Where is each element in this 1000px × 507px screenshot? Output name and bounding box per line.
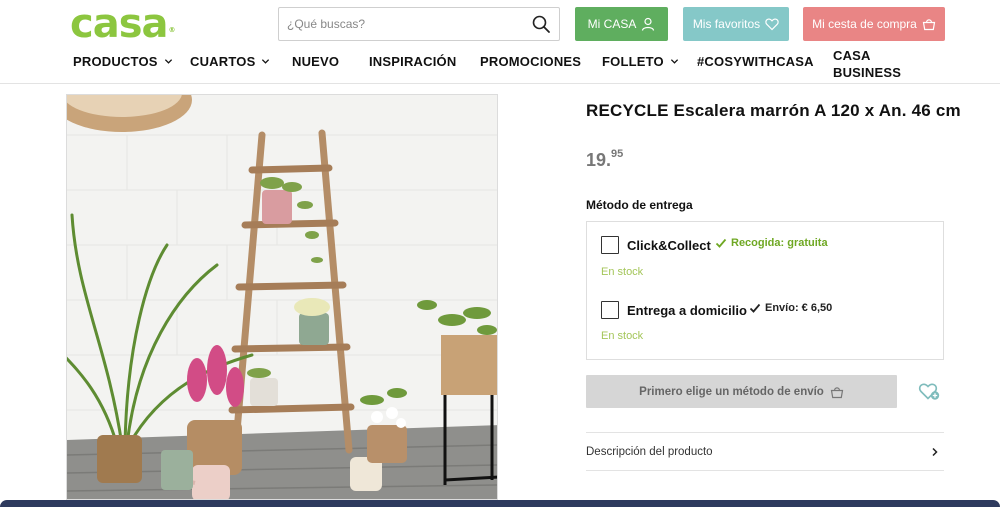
heart-icon bbox=[765, 18, 779, 31]
pickup-note-text: Recogida: gratuita bbox=[731, 237, 828, 249]
check-icon bbox=[715, 238, 727, 248]
click-collect-option[interactable]: Click&Collect bbox=[601, 236, 711, 254]
nav-item-promociones[interactable]: PROMOCIONES bbox=[480, 54, 581, 69]
user-icon bbox=[642, 17, 655, 31]
delivery-options: Click&Collect Recogida: gratuita En stoc… bbox=[586, 221, 944, 360]
shipping-note: Envío: € 6,50 bbox=[749, 302, 832, 314]
main-nav: PRODUCTOS CUARTOS NUEVO INSPIRACIÓN PROM… bbox=[0, 46, 1000, 84]
pickup-note: Recogida: gratuita bbox=[715, 237, 828, 249]
chevron-down-icon bbox=[262, 59, 270, 64]
nav-label: #COSYWITHCASA bbox=[697, 54, 814, 69]
add-to-cart-button[interactable]: Primero elige un método de envío bbox=[586, 375, 897, 408]
nav-label: CUARTOS bbox=[190, 54, 256, 69]
nav-item-cosywithcasa[interactable]: #COSYWITHCASA bbox=[697, 54, 814, 69]
shipping-note-text: Envío: € 6,50 bbox=[765, 302, 833, 314]
nav-item-productos[interactable]: PRODUCTOS bbox=[73, 54, 173, 69]
nav-label: INSPIRACIÓN bbox=[369, 54, 457, 69]
nav-label: FOLLETO bbox=[602, 54, 664, 69]
nav-item-nuevo[interactable]: NUEVO bbox=[292, 54, 339, 69]
cart-label: Mi cesta de compra bbox=[812, 17, 917, 31]
home-delivery-stock: En stock bbox=[601, 330, 644, 342]
nav-label-line2: BUSINESS bbox=[833, 65, 902, 80]
site-header: casa® Mi CASA Mis favoritos Mi cesta de … bbox=[0, 0, 1000, 84]
click-collect-stock: En stock bbox=[601, 266, 644, 278]
product-photo bbox=[67, 95, 497, 499]
chevron-right-icon bbox=[932, 447, 938, 456]
basket-icon bbox=[922, 19, 936, 31]
home-delivery-checkbox[interactable] bbox=[601, 301, 619, 319]
check-icon bbox=[749, 303, 761, 313]
click-collect-label: Click&Collect bbox=[627, 237, 711, 253]
search-icon[interactable] bbox=[531, 14, 551, 34]
chevron-down-icon bbox=[670, 59, 678, 64]
account-button[interactable]: Mi CASA bbox=[575, 7, 668, 41]
nav-label-line1: CASA bbox=[833, 48, 871, 63]
favorites-button[interactable]: Mis favoritos bbox=[683, 7, 789, 41]
nav-item-inspiracion[interactable]: INSPIRACIÓN bbox=[369, 54, 456, 69]
price-integer: 19. bbox=[586, 150, 612, 170]
product-price: 19.95 bbox=[586, 148, 624, 171]
bottom-bar bbox=[0, 500, 1000, 507]
product-image[interactable] bbox=[66, 94, 498, 500]
click-collect-checkbox[interactable] bbox=[601, 236, 619, 254]
home-delivery-label: Entrega a domicilio bbox=[627, 302, 747, 318]
basket-icon bbox=[830, 386, 844, 398]
nav-label: NUEVO bbox=[292, 54, 340, 69]
search-box bbox=[278, 7, 560, 41]
casa-logo[interactable]: casa® bbox=[70, 1, 176, 47]
product-description-label: Descripción del producto bbox=[586, 445, 713, 458]
home-delivery-option[interactable]: Entrega a domicilio bbox=[601, 301, 747, 319]
logo-text: casa bbox=[70, 1, 169, 47]
nav-label: PROMOCIONES bbox=[480, 54, 582, 69]
heart-plus-icon[interactable] bbox=[918, 381, 940, 401]
nav-item-cuartos[interactable]: CUARTOS bbox=[190, 54, 270, 69]
search-input[interactable] bbox=[279, 8, 529, 40]
nav-item-casa-business[interactable]: CASA BUSINESS bbox=[833, 47, 901, 81]
add-to-cart-label: Primero elige un método de envío bbox=[639, 385, 824, 398]
product-description-toggle[interactable]: Descripción del producto bbox=[586, 432, 944, 471]
nav-label: PRODUCTOS bbox=[73, 54, 158, 69]
product-title: RECYCLE Escalera marrón A 120 x An. 46 c… bbox=[586, 101, 961, 120]
price-decimals: 95 bbox=[611, 148, 624, 160]
account-label: Mi CASA bbox=[587, 17, 637, 31]
favorites-label: Mis favoritos bbox=[692, 17, 761, 31]
chevron-down-icon bbox=[164, 59, 172, 64]
delivery-method-label: Método de entrega bbox=[586, 198, 693, 212]
nav-item-folleto[interactable]: FOLLETO bbox=[602, 54, 679, 69]
cart-button[interactable]: Mi cesta de compra bbox=[803, 7, 945, 41]
logo-registered-mark: ® bbox=[168, 26, 176, 34]
